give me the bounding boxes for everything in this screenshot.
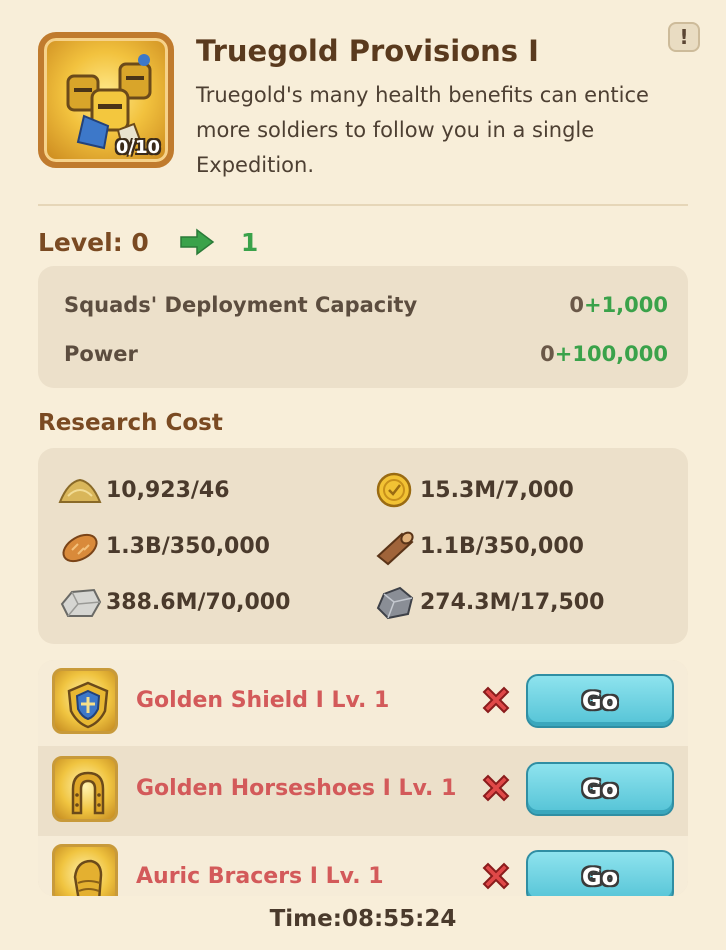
red-x-icon — [482, 774, 510, 802]
requirement-row: Golden Shield I Lv. 1 Go — [38, 660, 688, 746]
stone-icon — [60, 588, 102, 617]
go-button[interactable]: Go — [526, 762, 674, 816]
golden-horseshoe-icon — [71, 771, 105, 815]
research-cost-box: 10,923/46 15.3M/7,000 1.3B/350,000 1.1B/… — [38, 448, 688, 644]
sand-pile-icon — [58, 478, 102, 503]
research-title: Truegold Provisions I — [196, 34, 539, 68]
stat-name: Squads' Deployment Capacity — [64, 293, 418, 317]
requirement-icon — [52, 844, 118, 896]
requirement-icon — [52, 668, 118, 734]
red-x-icon — [482, 686, 510, 714]
cost-value: 388.6M/70,000 — [106, 589, 291, 615]
cost-value: 1.1B/350,000 — [420, 533, 584, 559]
cost-value: 15.3M/7,000 — [420, 477, 574, 503]
cost-item-iron: 274.3M/17,500 — [372, 582, 604, 622]
requirement-name: Auric Bracers I Lv. 1 — [136, 864, 384, 889]
research-progress: 0/10 — [115, 137, 160, 158]
research-detail-panel: ! 0/10 Truegold Provisions I Truegold's … — [0, 0, 726, 950]
requirement-icon — [52, 756, 118, 822]
research-cost-title: Research Cost — [38, 410, 223, 436]
divider — [38, 204, 688, 206]
research-description: Truegold's many health benefits can enti… — [196, 83, 649, 177]
stat-value: 0+1,000 — [569, 293, 668, 317]
exclamation-icon: ! — [679, 25, 689, 49]
stats-box: Squads' Deployment Capacity 0+1,000 Powe… — [38, 266, 688, 388]
stat-bonus: +1,000 — [583, 293, 668, 317]
level-label: Level: 0 — [38, 227, 149, 257]
bread-icon — [62, 533, 98, 563]
cost-item-wood: 1.1B/350,000 — [372, 526, 584, 566]
cost-value: 274.3M/17,500 — [420, 589, 605, 615]
stat-base: 0 — [569, 293, 584, 317]
cost-item-gold: 15.3M/7,000 — [372, 470, 574, 510]
stat-row-capacity: Squads' Deployment Capacity 0+1,000 — [64, 290, 668, 320]
go-button[interactable]: Go — [526, 674, 674, 728]
level-next: 1 — [240, 227, 259, 257]
info-button[interactable]: ! — [668, 22, 700, 52]
red-x-icon — [482, 862, 510, 890]
requirement-row: Golden Horseshoes I Lv. 1 Go — [38, 748, 688, 834]
cost-value: 1.3B/350,000 — [106, 533, 270, 559]
cost-item-bread: 1.3B/350,000 — [58, 526, 270, 566]
gold-coin-icon — [376, 472, 412, 508]
auric-bracer-icon — [73, 859, 103, 896]
cost-item-stone: 388.6M/70,000 — [58, 582, 290, 622]
cost-value: 10,923/46 — [106, 477, 230, 503]
stat-bonus: +100,000 — [554, 342, 668, 366]
go-button[interactable]: Go — [526, 850, 674, 896]
stat-name: Power — [64, 342, 138, 366]
requirement-row: Auric Bracers I Lv. 1 Go — [38, 836, 688, 896]
research-icon: 0/10 — [38, 32, 174, 168]
stat-row-power: Power 0+100,000 — [64, 339, 668, 369]
requirements-list[interactable]: Golden Shield I Lv. 1 Go Golden Horsesho… — [38, 660, 688, 896]
research-timer: Time:08:55:24 — [269, 906, 457, 932]
stat-base: 0 — [540, 342, 555, 366]
level-row: Level: 0 1 — [38, 224, 258, 260]
iron-ore-icon — [376, 586, 414, 620]
green-arrow-icon — [180, 228, 215, 256]
cost-item-sand: 10,923/46 — [58, 470, 230, 510]
stat-value: 0+100,000 — [540, 342, 668, 366]
golden-shield-icon — [67, 681, 109, 729]
requirement-name: Golden Horseshoes I Lv. 1 — [136, 776, 457, 801]
requirement-name: Golden Shield I Lv. 1 — [136, 688, 390, 713]
wood-log-icon — [376, 531, 414, 566]
